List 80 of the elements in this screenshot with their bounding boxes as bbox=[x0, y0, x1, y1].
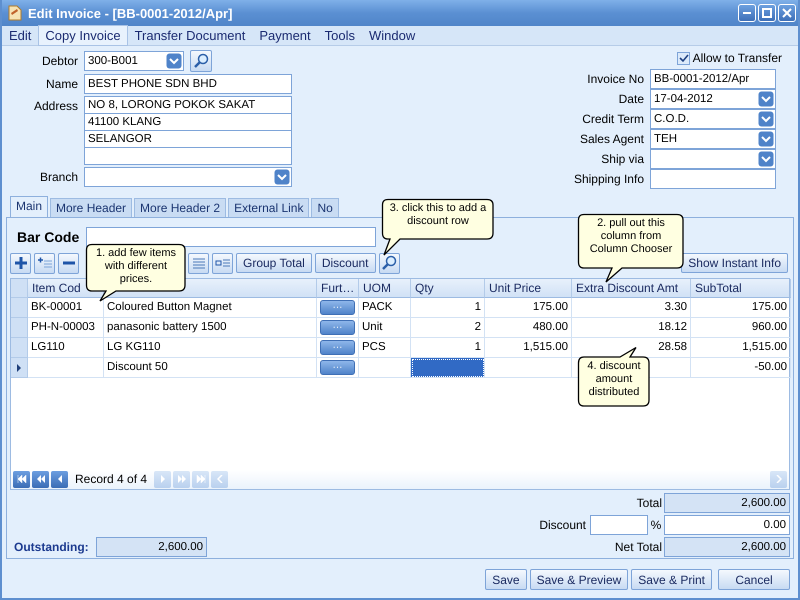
field-label: Sales Agent bbox=[580, 131, 645, 148]
field-label: Bar Code bbox=[16, 229, 80, 245]
menu-item[interactable]: Edit bbox=[2, 25, 38, 46]
column-header[interactable]: SubTotal bbox=[691, 279, 791, 298]
table-cell: 3.30 bbox=[572, 298, 691, 318]
table-cell: PCS bbox=[359, 338, 411, 358]
menu-item[interactable]: Transfer Document bbox=[128, 25, 252, 46]
tab[interactable]: External Link bbox=[228, 198, 310, 217]
table-cell: 175.00 bbox=[691, 298, 791, 318]
table-cell: 18.12 bbox=[572, 318, 691, 338]
total-label: Total bbox=[636, 496, 663, 510]
discount-field[interactable]: 0.00 bbox=[664, 515, 790, 535]
field-label: Date bbox=[618, 91, 645, 108]
address-field[interactable]: NO 8, LORONG POKOK SAKAT bbox=[84, 96, 292, 114]
percent-label: % bbox=[650, 518, 662, 532]
table-cell: Unit bbox=[359, 318, 411, 338]
table-cell: 1,515.00 bbox=[485, 338, 572, 358]
text-field[interactable]: BEST PHONE SDN BHD bbox=[84, 74, 292, 94]
toolbar-button[interactable]: Discount bbox=[314, 253, 376, 273]
dropdown-field[interactable]: TEH bbox=[650, 129, 776, 149]
action-button[interactable]: Save & Preview bbox=[530, 569, 628, 590]
dropdown-field[interactable]: 300-B001 bbox=[84, 51, 184, 71]
action-button[interactable]: Save & Print bbox=[631, 569, 712, 590]
table-cell: LG KG110 bbox=[104, 338, 317, 358]
field-label: Ship via bbox=[601, 151, 645, 168]
record-counter: Record 4 of 4 bbox=[74, 472, 148, 486]
column-header[interactable]: Extra Discount Amt bbox=[572, 279, 691, 298]
table-cell: 1 bbox=[411, 298, 485, 318]
table-cell: PACK bbox=[359, 298, 411, 318]
column-header[interactable]: Qty bbox=[411, 279, 485, 298]
column-header[interactable]: Furt… bbox=[317, 279, 359, 298]
toolbar-button[interactable]: Group Total bbox=[236, 253, 312, 273]
discount-label: Discount bbox=[539, 518, 587, 532]
menu-item[interactable]: Tools bbox=[318, 25, 362, 46]
window-title: Edit Invoice - [BB-0001-2012/Apr] bbox=[28, 6, 232, 20]
table-cell: 1,515.00 bbox=[691, 338, 791, 358]
table-cell: 2 bbox=[411, 318, 485, 338]
callout-tooltip: 2. pull out this column from Column Chooser bbox=[578, 214, 684, 283]
table-cell: LG110 bbox=[28, 338, 104, 358]
field-label: Debtor bbox=[40, 53, 79, 70]
column-header[interactable]: Unit Price bbox=[485, 279, 572, 298]
table-cell: Discount 50 bbox=[104, 358, 317, 378]
net-total-field: 2,600.00 bbox=[664, 537, 790, 557]
dropdown-field[interactable]: 17-04-2012 bbox=[650, 89, 776, 109]
total-field: 2,600.00 bbox=[664, 493, 790, 513]
field-label: Credit Term bbox=[582, 111, 645, 128]
table-cell: panasonic battery 1500 bbox=[104, 318, 317, 338]
show-instant-info-button[interactable]: Show Instant Info bbox=[681, 253, 788, 273]
outstanding-label: Outstanding: bbox=[13, 540, 90, 554]
field-label: Address bbox=[32, 98, 79, 115]
tab[interactable]: Main bbox=[10, 196, 48, 217]
tab[interactable]: More Header bbox=[50, 198, 132, 217]
table-cell: PH-N-00003 bbox=[28, 318, 104, 338]
callout-tooltip: 3. click this to add a discount row bbox=[382, 199, 494, 256]
action-button[interactable]: Cancel bbox=[718, 569, 790, 590]
outstanding-field: 2,600.00 bbox=[96, 537, 207, 557]
text-field[interactable]: BB-0001-2012/Apr bbox=[650, 69, 776, 89]
column-header[interactable]: UOM bbox=[359, 279, 411, 298]
menu-item[interactable]: Payment bbox=[252, 25, 318, 46]
menu-item[interactable]: Window bbox=[362, 25, 422, 46]
table-cell: 960.00 bbox=[691, 318, 791, 338]
address-field[interactable]: 41100 KLANG bbox=[84, 113, 292, 131]
callout-tooltip: 1. add few items with different prices. bbox=[86, 244, 186, 302]
table-cell: 480.00 bbox=[485, 318, 572, 338]
callout-tooltip: 4. discount amount distributed bbox=[578, 347, 650, 407]
table-cell: 175.00 bbox=[485, 298, 572, 318]
net-total-label: Net Total bbox=[614, 540, 663, 554]
field-label: Branch bbox=[38, 169, 79, 186]
checkbox-label: Allow to Transfer bbox=[692, 51, 782, 65]
field-label: Shipping Info bbox=[574, 171, 645, 188]
menu-item[interactable]: Copy Invoice bbox=[38, 25, 128, 46]
field-label: Name bbox=[44, 76, 79, 93]
field-label: Invoice No bbox=[587, 71, 645, 88]
action-button[interactable]: Save bbox=[485, 569, 527, 590]
tab[interactable]: More Header 2 bbox=[134, 198, 226, 217]
table-cell: -50.00 bbox=[691, 358, 791, 378]
address-field[interactable]: SELANGOR bbox=[84, 130, 292, 148]
tab[interactable]: No bbox=[311, 198, 339, 217]
table-cell: Coloured Button Magnet bbox=[104, 298, 317, 318]
dropdown-field[interactable]: C.O.D. bbox=[650, 109, 776, 129]
